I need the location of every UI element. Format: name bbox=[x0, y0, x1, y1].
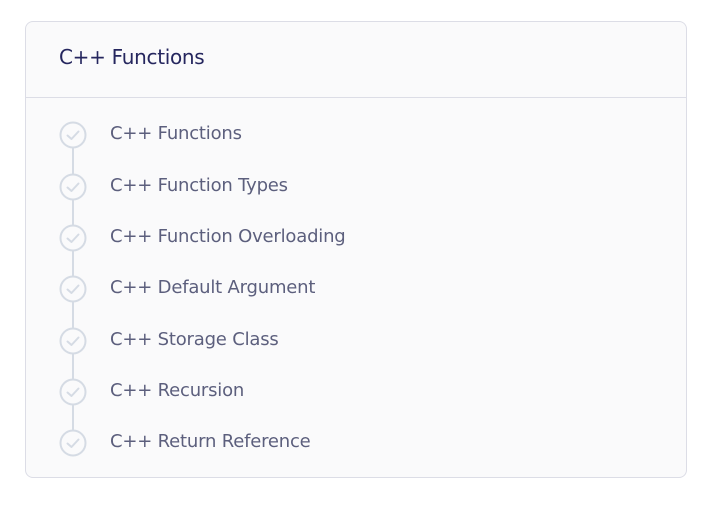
lesson-label[interactable]: C++ Return Reference bbox=[110, 431, 311, 452]
lesson-label[interactable]: C++ Storage Class bbox=[110, 329, 279, 350]
lesson-label[interactable]: C++ Function Overloading bbox=[110, 226, 346, 247]
lesson-item-default-argument[interactable]: C++ Default Argument bbox=[26, 275, 686, 305]
card-title: C++ Functions bbox=[59, 45, 205, 69]
check-circle-icon bbox=[59, 378, 87, 406]
check-circle-icon bbox=[59, 275, 87, 303]
check-circle-icon bbox=[59, 224, 87, 252]
check-circle-icon bbox=[59, 121, 87, 149]
lesson-label[interactable]: C++ Function Types bbox=[110, 175, 288, 196]
lesson-item-functions[interactable]: C++ Functions bbox=[26, 121, 686, 151]
card-header: C++ Functions bbox=[26, 22, 686, 98]
lesson-item-recursion[interactable]: C++ Recursion bbox=[26, 378, 686, 408]
check-circle-icon bbox=[59, 173, 87, 201]
check-circle-icon bbox=[59, 429, 87, 457]
check-circle-icon bbox=[59, 327, 87, 355]
lesson-label[interactable]: C++ Default Argument bbox=[110, 277, 315, 298]
lesson-label[interactable]: C++ Recursion bbox=[110, 380, 244, 401]
lesson-item-function-overloading[interactable]: C++ Function Overloading bbox=[26, 224, 686, 254]
lesson-item-storage-class[interactable]: C++ Storage Class bbox=[26, 327, 686, 357]
lesson-card: C++ Functions C++ Functions C++ Function… bbox=[25, 21, 687, 478]
lesson-label[interactable]: C++ Functions bbox=[110, 123, 242, 144]
lesson-item-function-types[interactable]: C++ Function Types bbox=[26, 173, 686, 203]
lesson-item-return-reference[interactable]: C++ Return Reference bbox=[26, 429, 686, 459]
